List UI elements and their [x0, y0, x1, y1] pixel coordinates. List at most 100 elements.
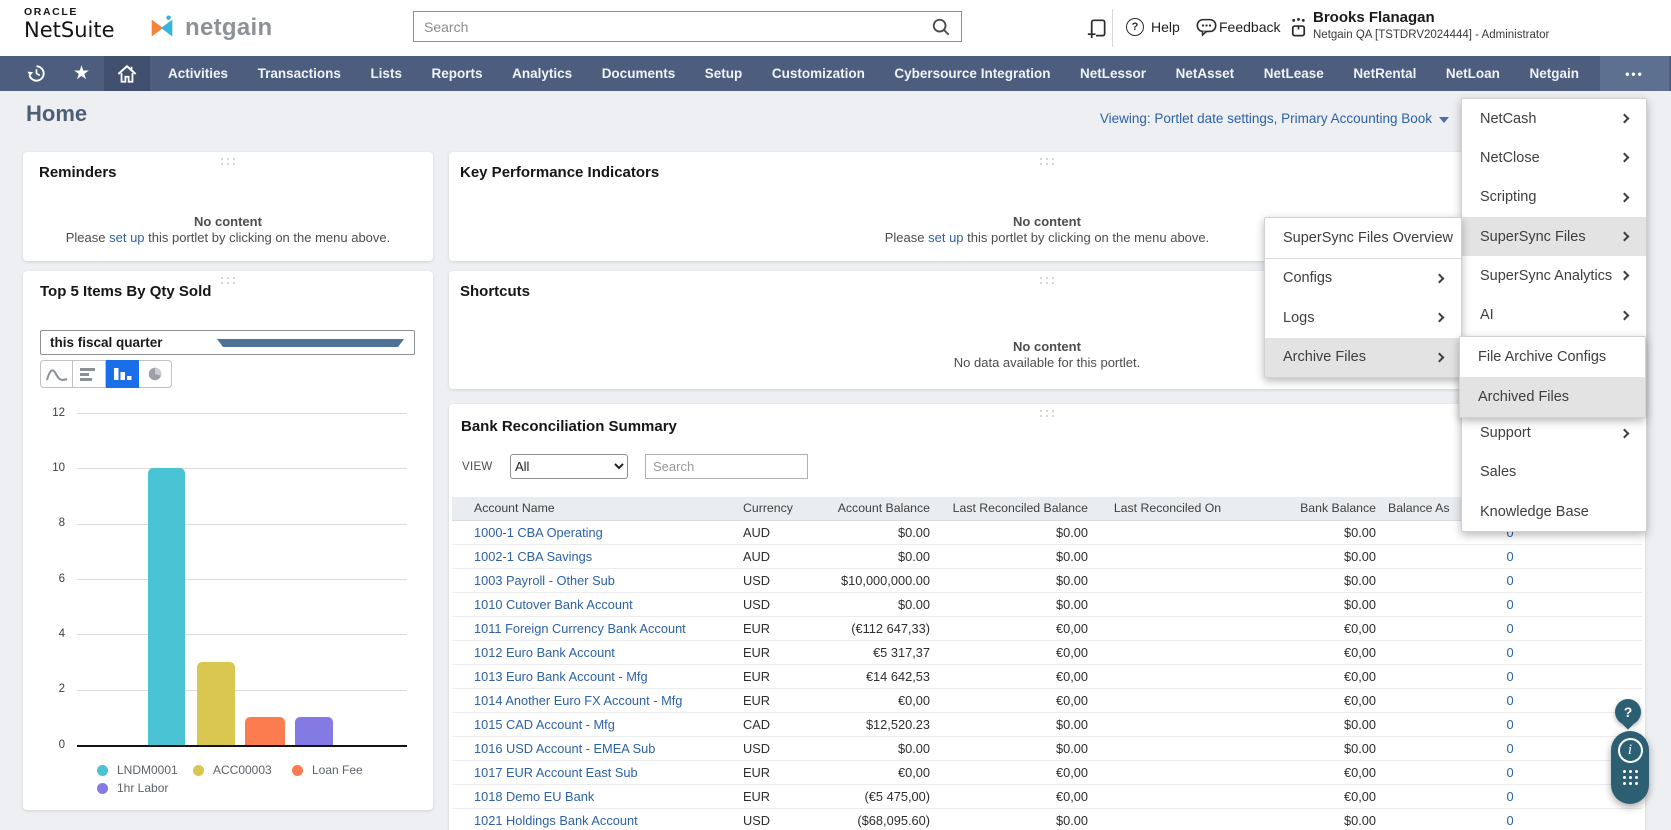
nav-item-netlessor[interactable]: NetLessor [1072, 56, 1154, 91]
account-link[interactable]: 1000-1 CBA Operating [474, 525, 603, 540]
nav-item-netrental[interactable]: NetRental [1345, 56, 1424, 91]
legend-label: LNDM0001 [117, 763, 178, 777]
apps-grid-icon[interactable] [1622, 770, 1638, 785]
period-dropdown[interactable]: this fiscal quarter [40, 330, 415, 355]
table-cell: 0 [1378, 785, 1642, 808]
drag-handle[interactable] [1040, 158, 1054, 165]
nav-item-analytics[interactable]: Analytics [504, 56, 580, 91]
horizontal-bar-chart-button[interactable] [73, 360, 106, 388]
account-link[interactable]: 1018 Demo EU Bank [474, 789, 594, 804]
account-link[interactable]: 1015 CAD Account - Mfg [474, 717, 615, 732]
nav-item-customization[interactable]: Customization [764, 56, 873, 91]
menu-item-knowledge-base[interactable]: Knowledge Base [1462, 492, 1646, 531]
table-search-input[interactable] [645, 454, 808, 479]
menu-item-support[interactable]: Support [1462, 413, 1646, 452]
view-select[interactable]: All [510, 454, 628, 479]
account-link[interactable]: 1011 Foreign Currency Bank Account [474, 621, 686, 636]
quick-add-icon[interactable] [1085, 16, 1108, 39]
balance-count-link[interactable]: 0 [1506, 741, 1513, 756]
info-icon[interactable]: i [1617, 738, 1643, 763]
x-axis-line [77, 745, 407, 747]
help-icon[interactable]: ? [1126, 18, 1144, 36]
help-link[interactable]: Help [1151, 19, 1180, 35]
home-icon[interactable] [104, 56, 150, 91]
table-cell [1090, 569, 1245, 592]
balance-count-link[interactable]: 0 [1506, 693, 1513, 708]
menu-item-archived-files[interactable]: Archived Files [1460, 377, 1645, 417]
drag-handle[interactable] [1040, 410, 1054, 417]
drag-handle[interactable] [221, 277, 235, 284]
history-icon[interactable] [14, 56, 59, 91]
balance-count-link[interactable]: 0 [1506, 597, 1513, 612]
table-cell: €0,00 [1055, 669, 1088, 684]
account-link[interactable]: 1010 Cutover Bank Account [474, 597, 633, 612]
menu-item-supersync-analytics[interactable]: SuperSync Analytics [1462, 256, 1646, 295]
roles-icon[interactable] [1288, 17, 1309, 38]
menu-item-logs[interactable]: Logs [1265, 298, 1461, 338]
nav-item-transactions[interactable]: Transactions [250, 56, 349, 91]
balance-count-link[interactable]: 0 [1506, 765, 1513, 780]
nav-item-lists[interactable]: Lists [362, 56, 410, 91]
set-up-link[interactable]: set up [109, 230, 144, 245]
nav-item-netasset[interactable]: NetAsset [1168, 56, 1243, 91]
account-link[interactable]: 1021 Holdings Bank Account [474, 813, 638, 828]
balance-count-link[interactable]: 0 [1506, 549, 1513, 564]
drag-handle[interactable] [221, 158, 235, 165]
menu-item-label: Knowledge Base [1480, 503, 1589, 520]
balance-count-link[interactable]: 0 [1506, 789, 1513, 804]
nav-item-netloan[interactable]: NetLoan [1438, 56, 1508, 91]
column-chart-button-selected[interactable] [106, 360, 139, 388]
set-up-link[interactable]: set up [928, 230, 963, 245]
menu-item-supersync-files-overview[interactable]: SuperSync Files Overview [1265, 218, 1461, 258]
nav-item-documents[interactable]: Documents [594, 56, 684, 91]
menu-item-archive-files[interactable]: Archive Files [1265, 337, 1461, 377]
menu-item-configs[interactable]: Configs [1265, 259, 1461, 299]
balance-count-link[interactable]: 0 [1506, 813, 1513, 828]
nav-overflow-button[interactable]: ••• [1600, 56, 1669, 91]
balance-count-link[interactable]: 0 [1506, 621, 1513, 636]
nav-item-activities[interactable]: Activities [160, 56, 236, 91]
viewing-settings-link[interactable]: Viewing: Portlet date settings, Primary … [1100, 111, 1449, 126]
menu-item-supersync-files[interactable]: SuperSync Files [1462, 216, 1646, 257]
menu-item-netclose[interactable]: NetClose [1462, 138, 1646, 177]
legend-swatch [97, 782, 108, 794]
account-link[interactable]: 1014 Another Euro FX Account - Mfg [474, 693, 682, 708]
feedback-link[interactable]: Feedback [1219, 19, 1280, 35]
balance-count-link[interactable]: 0 [1506, 645, 1513, 660]
menu-item-file-archive-configs[interactable]: File Archive Configs [1460, 337, 1645, 377]
line-chart-button[interactable] [40, 360, 73, 388]
search-icon[interactable] [931, 17, 951, 37]
balance-count-link[interactable]: 0 [1506, 717, 1513, 732]
nav-item-setup[interactable]: Setup [697, 56, 751, 91]
nav-item-reports[interactable]: Reports [424, 56, 491, 91]
menu-item-ai[interactable]: AI [1462, 295, 1646, 334]
menu-item-scripting[interactable]: Scripting [1462, 178, 1646, 217]
drag-handle[interactable] [1040, 277, 1054, 284]
favorites-star-icon[interactable]: ★ [59, 56, 104, 91]
account-link[interactable]: 1016 USD Account - EMEA Sub [474, 741, 655, 756]
nav-item-netlease[interactable]: NetLease [1256, 56, 1332, 91]
table-cell: €0,00 [897, 693, 930, 708]
account-link[interactable]: 1002-1 CBA Savings [474, 549, 592, 564]
table-row: 1011 Foreign Currency Bank Account EUR (€1… [452, 617, 1642, 641]
chevron-right-icon [1619, 231, 1630, 242]
pie-chart-button[interactable] [139, 360, 172, 388]
menu-item-label: Configs [1283, 270, 1333, 287]
nav-item-cybersource-integration[interactable]: Cybersource Integration [886, 56, 1058, 91]
menu-item-sales[interactable]: Sales [1462, 453, 1646, 492]
global-search-input[interactable] [414, 17, 931, 36]
table-cell: €5 317,37 [873, 645, 930, 660]
user-name[interactable]: Brooks Flanagan [1313, 9, 1435, 26]
menu-item-netcash[interactable]: NetCash [1462, 99, 1646, 138]
help-pin-button[interactable]: ? [1615, 699, 1641, 725]
account-link[interactable]: 1012 Euro Bank Account [474, 645, 615, 660]
feedback-icon[interactable] [1196, 18, 1217, 37]
table-cell: $0.00 [1055, 813, 1088, 828]
account-link[interactable]: 1017 EUR Account East Sub [474, 765, 638, 780]
page-title: Home [26, 101, 88, 126]
account-link[interactable]: 1003 Payroll - Other Sub [474, 573, 615, 588]
account-link[interactable]: 1013 Euro Bank Account - Mfg [474, 669, 648, 684]
balance-count-link[interactable]: 0 [1506, 573, 1513, 588]
balance-count-link[interactable]: 0 [1506, 669, 1513, 684]
nav-item-netgain[interactable]: Netgain [1521, 56, 1587, 91]
